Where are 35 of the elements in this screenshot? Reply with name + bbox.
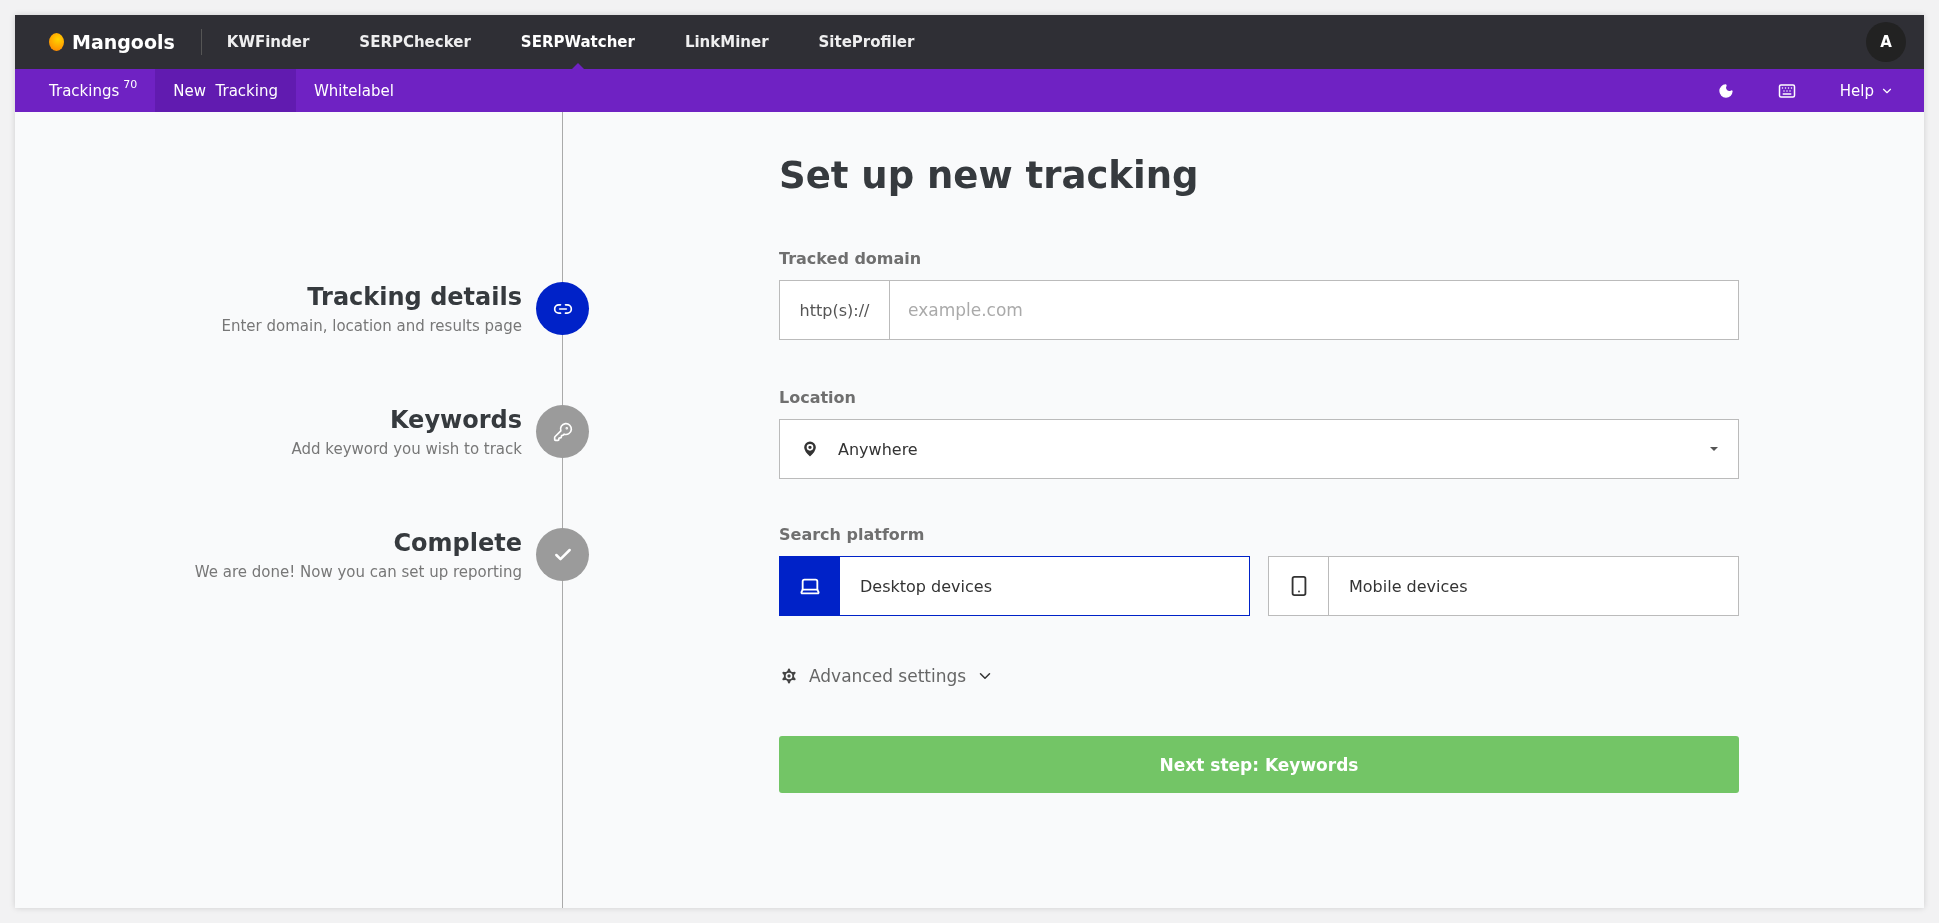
count: 70 <box>123 78 138 91</box>
platform-option[interactable]: Desktop devices <box>779 556 1250 616</box>
nav-label: New Tracking <box>173 81 278 100</box>
page-title: Set up new tracking <box>779 154 1200 197</box>
location-select[interactable]: Anywhere <box>779 419 1739 479</box>
nav-tab[interactable]: Whitelabel <box>295 69 412 112</box>
platform-option[interactable]: Mobile devices <box>1268 556 1739 616</box>
key-icon <box>552 421 573 442</box>
step-description: We are done! Now you can set up reporting <box>194 562 522 581</box>
step-description: Enter domain, location and results page <box>221 316 522 335</box>
nav-label: Trackings <box>49 81 120 100</box>
step-title: Tracking details <box>307 282 522 311</box>
keyboard-icon <box>1777 81 1796 100</box>
nav-tab[interactable]: Trackings $^{70}$ <box>31 69 156 112</box>
field-label: Search platform <box>779 525 926 544</box>
logo[interactable]: Mangools <box>49 29 202 55</box>
step-description: Add keyword you wish to track <box>291 439 522 458</box>
domain-field[interactable]: http(s):// example.com <box>779 280 1739 340</box>
app-tab[interactable]: KWFinder <box>201 15 335 69</box>
advanced-settings-toggle[interactable]: Advanced settings <box>779 666 995 686</box>
settings-icon <box>779 666 799 686</box>
help-menu[interactable]: Help <box>1817 69 1906 112</box>
nav-label: Whitelabel <box>313 81 394 100</box>
app-tab[interactable]: SERPChecker <box>334 15 496 69</box>
app-tab[interactable]: LinkMiner <box>659 15 794 69</box>
nav-tab[interactable]: New Tracking <box>155 69 296 112</box>
field-label: Location <box>779 388 857 407</box>
step-title: Keywords <box>389 405 522 434</box>
logo-icon <box>49 33 64 51</box>
app-tab[interactable]: SERPWatcher <box>495 15 660 69</box>
app-tab[interactable]: SiteProfiler <box>793 15 940 69</box>
field-label: Tracked domain <box>779 249 923 268</box>
avatar[interactable]: A <box>1866 22 1906 62</box>
moon-icon <box>1717 82 1734 99</box>
step-title: Complete <box>393 528 522 557</box>
